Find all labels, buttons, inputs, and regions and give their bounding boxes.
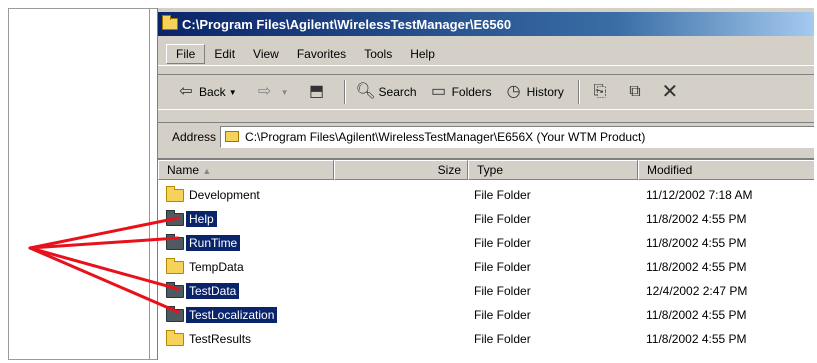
delete-icon: ✕ — [661, 81, 679, 103]
column-header-row: Name ▲ Size Type Modified — [158, 160, 814, 180]
file-row-help[interactable]: Help File Folder 11/8/2002 4:55 PM — [158, 208, 814, 230]
file-row-tempdata[interactable]: TempData File Folder 11/8/2002 4:55 PM — [158, 256, 814, 278]
file-list: Name ▲ Size Type Modified Development Fi… — [158, 158, 814, 360]
toolbar: ⇦ Back ▼ ⇨ ▼ ⬒ 🔍︎ Search ▭ Folders ◷ His… — [158, 74, 814, 110]
folder-icon — [162, 15, 178, 30]
address-label: Address — [172, 129, 217, 144]
folder-icon — [166, 329, 184, 346]
move-to-button[interactable]: ⎘ — [586, 80, 617, 104]
folder-icon — [166, 233, 184, 250]
file-modified: 11/12/2002 7:18 AM — [646, 188, 753, 202]
title-bar[interactable]: C:\Program Files\Agilent\WirelessTestMan… — [158, 12, 814, 36]
folders-label: Folders — [451, 85, 492, 99]
file-name: Help — [186, 211, 217, 227]
file-name: TempData — [189, 260, 244, 274]
search-button[interactable]: 🔍︎ Search — [352, 80, 421, 104]
copy-to-button[interactable]: ⧉ — [621, 80, 652, 104]
chevron-down-icon[interactable]: ▼ — [229, 88, 237, 97]
file-type: File Folder — [474, 212, 531, 226]
move-to-icon: ⎘ — [593, 83, 607, 100]
file-name: Development — [189, 188, 260, 202]
up-folder-button[interactable]: ⬒ — [303, 80, 334, 104]
file-modified: 11/8/2002 4:55 PM — [646, 332, 747, 346]
file-type: File Folder — [474, 332, 531, 346]
toolbar-separator — [343, 80, 346, 104]
back-button[interactable]: ⇦ Back ▼ — [172, 80, 247, 104]
file-row-testdata[interactable]: TestData File Folder 12/4/2002 2:47 PM — [158, 280, 814, 302]
delete-button[interactable]: ✕ — [656, 80, 687, 104]
search-label: Search — [378, 85, 417, 99]
explorer-window: C:\Program Files\Agilent\WirelessTestMan… — [157, 8, 814, 360]
back-label: Back — [199, 85, 226, 99]
file-modified: 11/8/2002 4:55 PM — [646, 260, 747, 274]
file-modified: 12/4/2002 2:47 PM — [646, 284, 748, 298]
menu-view[interactable]: View — [244, 45, 288, 63]
history-button[interactable]: ◷ History — [500, 80, 568, 104]
file-modified: 11/8/2002 4:55 PM — [646, 236, 747, 250]
file-name: RunTime — [186, 235, 241, 251]
folder-icon — [166, 281, 184, 298]
file-type: File Folder — [474, 260, 531, 274]
address-input[interactable]: C:\Program Files\Agilent\WirelessTestMan… — [220, 125, 814, 148]
folders-icon: ▭ — [431, 83, 447, 100]
history-label: History — [526, 85, 564, 99]
back-arrow-icon: ⇦ — [179, 83, 193, 100]
folder-icon — [166, 257, 184, 274]
file-type: File Folder — [474, 236, 531, 250]
search-icon: 🔍︎ — [355, 83, 376, 100]
folders-button[interactable]: ▭ Folders — [425, 80, 496, 104]
file-row-testlocalization[interactable]: TestLocalization File Folder 11/8/2002 4… — [158, 304, 814, 326]
folder-icon — [166, 185, 184, 202]
address-bar: Address C:\Program Files\Agilent\Wireles… — [158, 122, 814, 150]
file-name: TestResults — [189, 332, 252, 346]
file-row-runtime[interactable]: RunTime File Folder 11/8/2002 4:55 PM — [158, 232, 814, 254]
toolbar-separator — [577, 80, 580, 104]
file-name: TestLocalization — [186, 307, 278, 323]
forward-button[interactable]: ⇨ ▼ — [251, 80, 299, 104]
menu-edit[interactable]: Edit — [205, 45, 244, 63]
figure-divider — [149, 8, 150, 360]
file-row-testresults[interactable]: TestResults File Folder 11/8/2002 4:55 P… — [158, 328, 814, 350]
history-icon: ◷ — [506, 83, 521, 100]
file-name: TestData — [186, 283, 240, 299]
folder-icon — [225, 131, 240, 142]
folder-icon — [166, 209, 184, 226]
menu-bar: File Edit View Favorites Tools Help — [158, 42, 814, 66]
file-row-development[interactable]: Development File Folder 11/12/2002 7:18 … — [158, 184, 814, 206]
forward-arrow-icon: ⇨ — [257, 83, 272, 100]
column-header-size[interactable]: Size — [334, 160, 468, 180]
sort-arrow-icon: ▲ — [202, 166, 212, 176]
file-modified: 11/8/2002 4:55 PM — [646, 212, 747, 226]
column-header-type[interactable]: Type — [468, 160, 638, 180]
menu-help[interactable]: Help — [401, 45, 444, 63]
file-modified: 11/8/2002 4:55 PM — [646, 308, 747, 322]
copy-to-icon: ⧉ — [629, 83, 641, 100]
up-folder-icon: ⬒ — [308, 83, 325, 100]
menu-favorites[interactable]: Favorites — [288, 45, 355, 63]
window-title: C:\Program Files\Agilent\WirelessTestMan… — [182, 16, 512, 32]
column-header-modified[interactable]: Modified — [638, 160, 814, 180]
menu-file[interactable]: File — [166, 43, 206, 64]
file-type: File Folder — [474, 284, 531, 298]
folder-icon — [166, 305, 184, 322]
file-type: File Folder — [474, 188, 531, 202]
chevron-down-icon[interactable]: ▼ — [281, 88, 289, 97]
address-value: C:\Program Files\Agilent\WirelessTestMan… — [245, 129, 646, 144]
column-header-name[interactable]: Name ▲ — [158, 160, 334, 180]
menu-tools[interactable]: Tools — [355, 45, 401, 63]
file-type: File Folder — [474, 308, 531, 322]
